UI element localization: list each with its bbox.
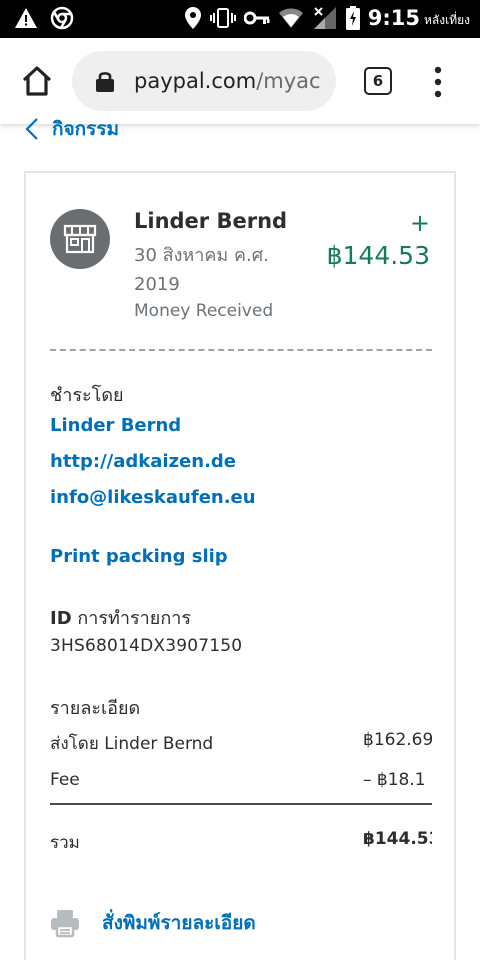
tab-switcher-button[interactable]: 6	[364, 67, 392, 95]
detail-row-sent: ส่งโดย Linder Bernd ฿162.69	[50, 730, 432, 756]
total-row: รวม ฿144.53	[50, 829, 432, 855]
store-icon	[63, 224, 97, 254]
total-label: รวม	[50, 833, 80, 853]
printer-icon	[51, 910, 79, 938]
detail-row-fee: Fee – ฿18.1	[50, 770, 432, 796]
transaction-card: Linder Bernd 30 สิงหาคม ค.ศ. 2019 Money …	[24, 171, 456, 960]
home-icon[interactable]	[20, 64, 54, 98]
amount-sign: +	[409, 209, 430, 237]
avatar	[50, 209, 110, 269]
back-link[interactable]: กิจกรรม	[24, 116, 119, 142]
payer-name-link[interactable]: Linder Bernd	[50, 415, 181, 436]
status-left-icons	[14, 6, 74, 30]
status-ampm: หลังเที่ยง	[423, 12, 470, 27]
paid-by-label: ชำระโดย	[50, 385, 124, 406]
status-right-icons: 9:15 หลังเที่ยง	[184, 5, 470, 31]
chrome-icon	[50, 6, 74, 30]
vibrate-icon	[209, 8, 236, 28]
details-label: รายละเอียด	[50, 698, 141, 719]
total-value: ฿144.53	[363, 829, 432, 849]
url-text: paypal.com/myac	[134, 69, 321, 93]
chevron-left-icon	[25, 118, 38, 140]
url-domain: paypal.com	[134, 69, 257, 93]
url-bar[interactable]: paypal.com/myac	[72, 51, 336, 111]
detail-row-label: Fee	[50, 770, 80, 790]
key-icon	[243, 11, 270, 25]
detail-row-value: ฿162.69	[363, 730, 432, 750]
transaction-amount: ฿144.53	[326, 241, 430, 270]
battery-icon	[345, 6, 360, 30]
total-divider	[50, 803, 432, 805]
print-details-label: สั่งพิมพ์รายละเอียด	[102, 912, 256, 934]
browser-toolbar: paypal.com/myac 6	[0, 38, 480, 124]
detail-row-label: ส่งโดย Linder Bernd	[50, 734, 214, 754]
dashed-divider	[50, 349, 432, 351]
url-path: /myac	[256, 69, 321, 93]
transaction-type: Money Received	[134, 301, 274, 321]
merchant-name: Linder Bernd	[134, 209, 288, 233]
more-vert-icon[interactable]	[432, 66, 444, 98]
transaction-id-value: 3HS68014DX3907150	[50, 636, 243, 656]
status-time: 9:15	[367, 6, 420, 30]
signal-icon	[313, 7, 336, 29]
transaction-id-label: ID การทำรายการ	[50, 603, 191, 632]
detail-row-value: – ฿18.1	[363, 770, 426, 790]
print-details-button[interactable]: สั่งพิมพ์รายละเอียด	[50, 907, 256, 939]
warning-icon	[15, 8, 37, 28]
transaction-id-label-rest: การทำรายการ	[71, 608, 192, 629]
lock-icon	[96, 72, 114, 92]
wifi-icon	[278, 8, 303, 28]
status-bar: 9:15 หลังเที่ยง	[0, 0, 480, 38]
transaction-date: 30 สิงหาคม ค.ศ. 2019	[134, 245, 269, 295]
transaction-id-label-bold: ID	[50, 608, 72, 629]
payer-website-link[interactable]: http://adkaizen.de	[50, 451, 236, 472]
payer-email-link[interactable]: info@likeskaufen.eu	[50, 487, 256, 508]
back-link-label: กิจกรรม	[52, 118, 120, 140]
print-packing-slip-link[interactable]: Print packing slip	[50, 546, 228, 567]
location-icon	[184, 7, 201, 29]
